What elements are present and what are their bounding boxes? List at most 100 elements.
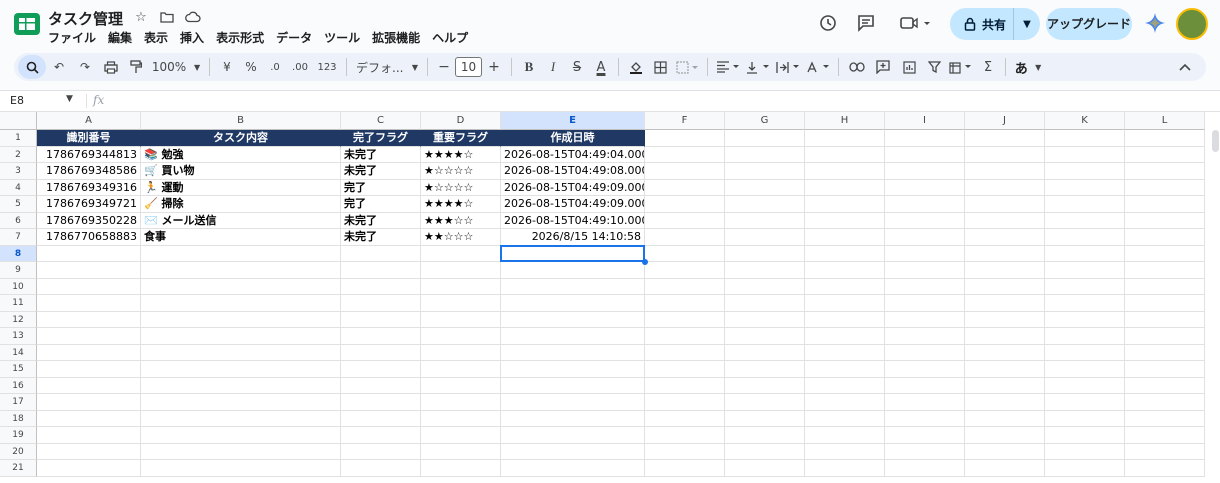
table-cell-importance[interactable]: ★☆☆☆☆ [421,163,501,180]
insert-chart-icon[interactable] [896,55,922,79]
cell[interactable] [885,394,965,411]
cell[interactable] [725,377,805,394]
cell[interactable] [645,443,725,460]
cell[interactable] [1125,146,1205,163]
cell[interactable] [501,361,645,378]
table-cell-task[interactable]: 📚 勉強 [141,146,341,163]
cell[interactable] [341,377,421,394]
cell[interactable] [501,410,645,427]
cell[interactable] [805,410,885,427]
cell[interactable] [805,311,885,328]
cell[interactable] [1045,278,1125,295]
cell[interactable] [37,344,141,361]
cell[interactable] [725,130,805,147]
row-header-8[interactable]: 8 [0,245,37,262]
cell[interactable] [421,361,501,378]
cell[interactable] [141,295,341,312]
cell[interactable] [805,278,885,295]
cell[interactable] [341,311,421,328]
cell[interactable] [341,344,421,361]
upgrade-button[interactable]: アップグレード [1046,8,1132,40]
cell[interactable] [885,146,965,163]
cell[interactable] [1045,163,1125,180]
row-header-3[interactable]: 3 [0,163,37,180]
cell[interactable] [965,377,1045,394]
cell[interactable] [645,394,725,411]
table-cell-created[interactable]: 2026-08-15T04:49:04.000Z [501,146,645,163]
menu-extensions[interactable]: 拡張機能 [372,29,420,46]
cell[interactable] [141,262,341,279]
bold-button[interactable]: B [517,55,541,79]
column-header-e[interactable]: E [501,112,645,130]
cell[interactable] [965,328,1045,345]
cell[interactable] [1125,410,1205,427]
cell[interactable] [1125,460,1205,477]
cell[interactable] [725,344,805,361]
cell[interactable] [1125,262,1205,279]
cell[interactable] [965,443,1045,460]
table-cell-created[interactable]: 2026-08-15T04:49:08.000Z [501,163,645,180]
column-header-b[interactable]: B [141,112,341,130]
cell[interactable] [1045,427,1125,444]
cell[interactable] [645,295,725,312]
cell[interactable] [421,427,501,444]
row-header-18[interactable]: 18 [0,410,37,427]
cell[interactable] [645,146,725,163]
table-header-cell[interactable]: 作成日時 [501,130,645,147]
cell[interactable] [341,278,421,295]
cell[interactable] [965,394,1045,411]
cell[interactable] [37,427,141,444]
cell[interactable] [341,394,421,411]
cell[interactable] [501,328,645,345]
cell[interactable] [965,146,1045,163]
cell[interactable] [645,196,725,213]
table-cell-id[interactable]: 1786769350228 [37,212,141,229]
column-header-j[interactable]: J [965,112,1045,130]
table-cell-task[interactable]: 食事 [141,229,341,246]
row-header-9[interactable]: 9 [0,262,37,279]
cell[interactable] [805,229,885,246]
cell[interactable] [965,179,1045,196]
cell[interactable] [645,212,725,229]
menu-help[interactable]: ヘルプ [432,29,468,46]
cell[interactable] [725,443,805,460]
sheet-grid[interactable]: A B C D E F G H I J K L 1 2 3 4 5 6 7 8 9 10 11 12 13 14 15 16 17 18 1… [0,112,1220,483]
cell[interactable] [805,130,885,147]
cell[interactable] [1125,130,1205,147]
number-format-button[interactable]: 123 [313,55,341,79]
cell[interactable] [725,311,805,328]
cell[interactable] [141,427,341,444]
cell[interactable] [1045,196,1125,213]
share-dropdown-icon[interactable]: ▼ [1014,19,1040,30]
cell[interactable] [421,377,501,394]
table-cell-task[interactable]: 🏃 運動 [141,179,341,196]
cell[interactable] [501,344,645,361]
cell[interactable] [501,295,645,312]
cell[interactable] [645,229,725,246]
cell[interactable] [341,295,421,312]
cell[interactable] [965,245,1045,262]
cell[interactable] [885,229,965,246]
italic-button[interactable]: I [541,55,565,79]
borders-icon[interactable] [648,55,672,79]
menu-data[interactable]: データ [276,29,312,46]
version-history-icon[interactable] [818,13,838,33]
cell[interactable] [805,179,885,196]
table-cell-importance[interactable]: ★★★★☆ [421,196,501,213]
document-title[interactable]: タスク管理 [48,8,123,29]
cell[interactable] [421,460,501,477]
table-cell-id[interactable]: 1786769349316 [37,179,141,196]
cell[interactable] [965,196,1045,213]
cell[interactable] [805,245,885,262]
vertical-align-icon[interactable] [743,55,773,79]
cell[interactable] [421,278,501,295]
cell[interactable] [501,278,645,295]
cell[interactable] [1045,229,1125,246]
cell[interactable] [341,262,421,279]
cell[interactable] [805,460,885,477]
table-cell-task[interactable]: ✉️ メール送信 [141,212,341,229]
cell[interactable] [1125,377,1205,394]
cell[interactable] [1125,278,1205,295]
cell[interactable] [1125,361,1205,378]
cell[interactable] [1045,212,1125,229]
